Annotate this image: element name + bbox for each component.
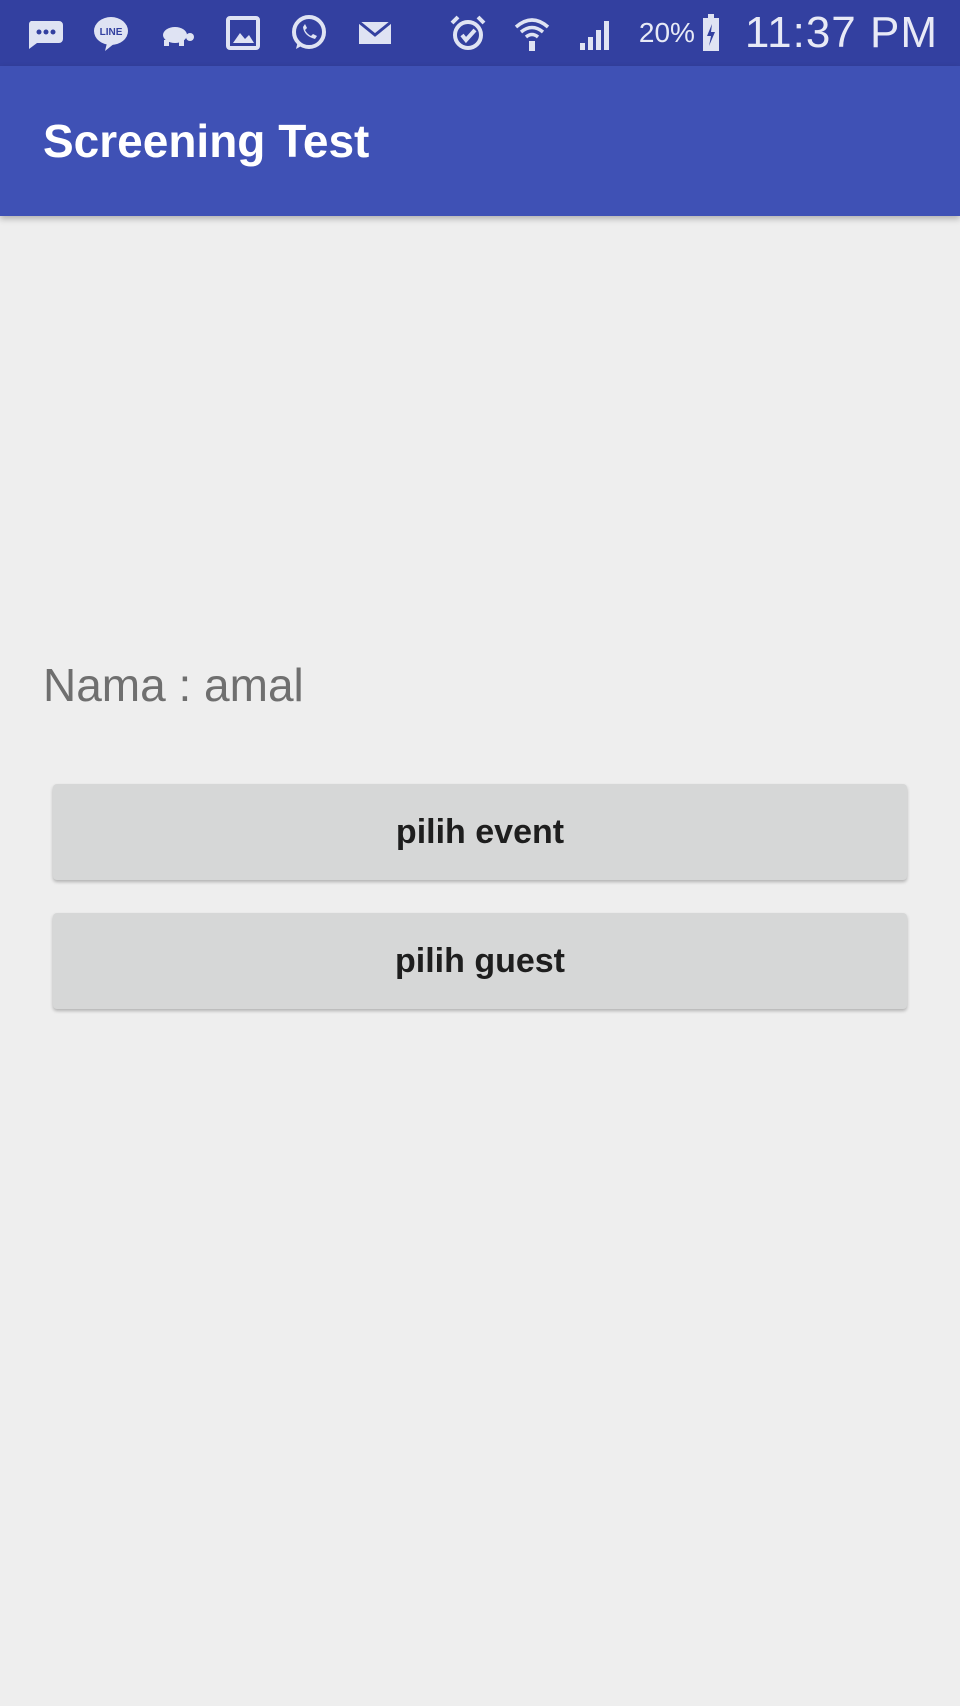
clock: 11:37 PM	[744, 8, 938, 57]
battery-percent: 20%	[638, 17, 695, 48]
pilih-event-button[interactable]: pilih event	[53, 784, 907, 880]
wifi-icon	[511, 12, 553, 54]
notification-icons: LINE	[24, 12, 396, 54]
signal-icon	[575, 12, 617, 54]
line-icon: LINE	[90, 12, 132, 54]
app-title: Screening Test	[43, 115, 370, 167]
app-bar: Screening Test	[0, 66, 960, 216]
pilih-guest-button[interactable]: pilih guest	[53, 913, 907, 1009]
svg-text:LINE: LINE	[100, 27, 123, 38]
system-icons: 20% 11:37 PM	[447, 8, 938, 58]
gallery-icon	[222, 12, 264, 54]
name-label: Nama : amal	[43, 659, 304, 711]
alarm-icon	[447, 12, 489, 54]
whatsapp-icon	[288, 12, 330, 54]
email-icon	[354, 12, 396, 54]
status-bar: LINE 20% 11:37 PM	[0, 0, 960, 66]
battery-charging-icon	[699, 12, 723, 54]
sms-icon	[24, 12, 66, 54]
turtle-icon	[156, 12, 198, 54]
